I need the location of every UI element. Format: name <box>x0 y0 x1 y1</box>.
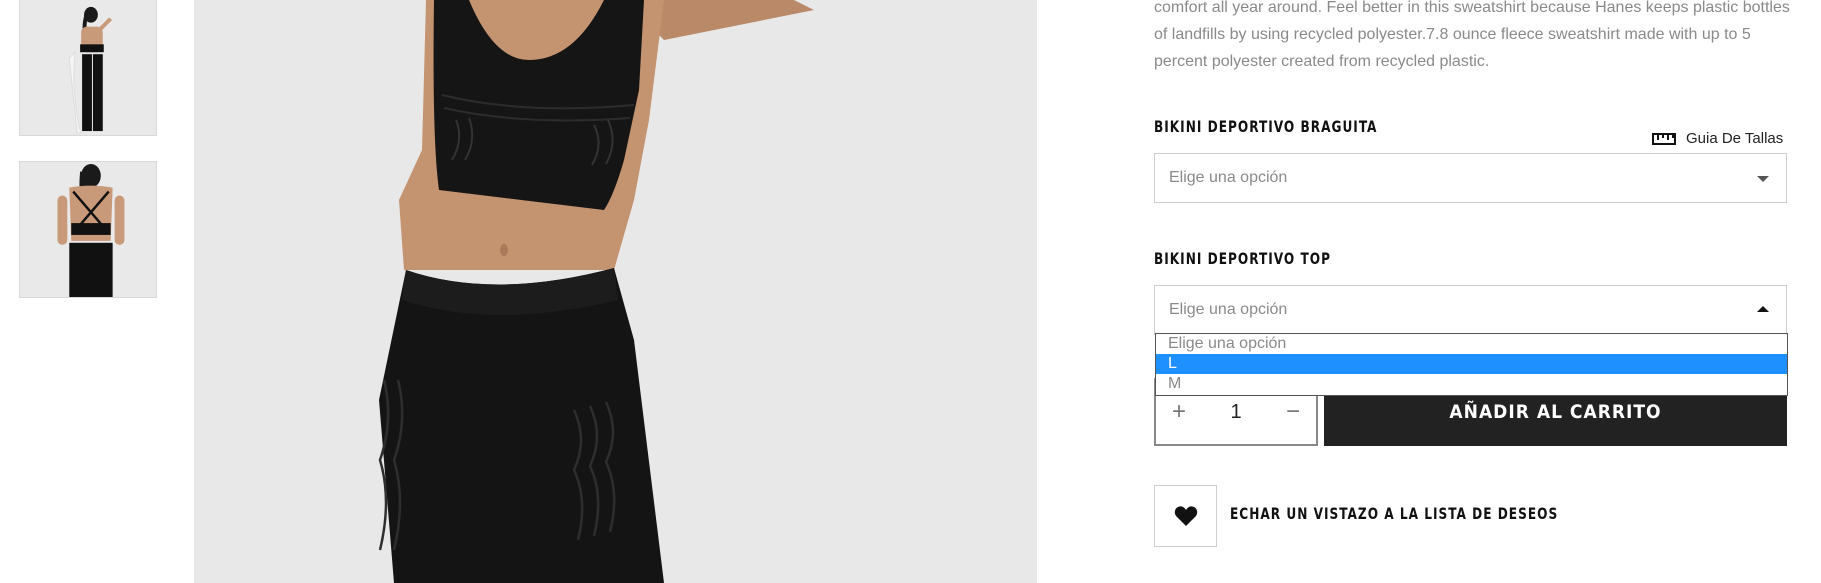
product-thumbnail-back-view[interactable] <box>19 0 157 136</box>
product-description: comfort all year around. Feel better in … <box>1154 0 1790 70</box>
product-thumbnail-top-back[interactable] <box>19 161 157 298</box>
thumbnail-image <box>20 162 156 297</box>
main-product-image <box>194 0 1037 583</box>
size-guide-label: Guia De Tallas <box>1686 130 1784 147</box>
select-top-dropdown[interactable]: Elige una opción L M <box>1155 333 1788 396</box>
dropdown-option-placeholder[interactable]: Elige una opción <box>1156 334 1787 354</box>
quantity-decrease-button[interactable]: − <box>1286 398 1300 426</box>
chevron-down-icon <box>1757 176 1769 182</box>
attribute-label-top: BIKINI DEPORTIVO TOP <box>1154 250 1331 269</box>
chevron-up-icon <box>1757 306 1769 312</box>
model-photo <box>194 0 1037 583</box>
attribute-label-braguita: BIKINI DEPORTIVO BRAGUITA <box>1154 118 1378 137</box>
wishlist-label[interactable]: ECHAR UN VISTAZO A LA LISTA DE DESEOS <box>1230 505 1558 523</box>
size-guide-link[interactable]: Guia De Tallas <box>1652 130 1783 147</box>
ruler-icon <box>1652 132 1676 145</box>
heart-icon <box>1174 506 1197 526</box>
quantity-value[interactable]: 1 <box>1230 401 1241 424</box>
thumbnail-image <box>20 0 156 135</box>
select-braguita[interactable]: Elige una opción <box>1154 153 1787 203</box>
dropdown-option-m[interactable]: M <box>1156 374 1787 394</box>
quantity-increase-button[interactable]: + <box>1172 398 1186 426</box>
wishlist-button[interactable] <box>1154 485 1217 547</box>
dropdown-option-l[interactable]: L <box>1156 354 1787 374</box>
select-top-value: Elige una opción <box>1169 301 1288 318</box>
select-top[interactable]: Elige una opción <box>1154 285 1787 335</box>
select-braguita-value: Elige una opción <box>1169 169 1288 186</box>
product-page: comfort all year around. Feel better in … <box>0 0 1821 583</box>
